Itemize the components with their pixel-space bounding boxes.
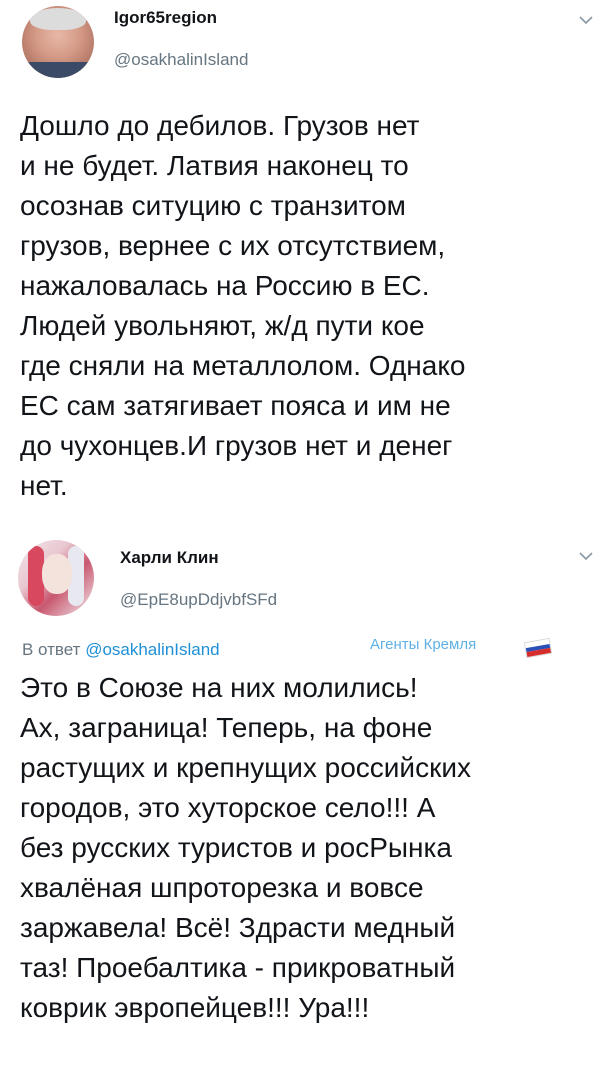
reply-context: В ответ @osakhalinIsland xyxy=(22,640,220,660)
display-name[interactable]: Igor65region xyxy=(114,8,217,28)
bot-label: Агенты Кремля xyxy=(370,636,477,653)
chevron-down-icon[interactable] xyxy=(578,14,594,26)
tweet-text: Это в Союзе на них молились! Ах, заграни… xyxy=(20,672,471,1023)
avatar-hair xyxy=(30,8,86,30)
tweet-text: Дошло до дебилов. Грузов нет и не будет.… xyxy=(20,110,466,501)
avatar-face xyxy=(42,554,72,594)
user-avatar[interactable] xyxy=(22,6,94,78)
reply-prefix: В ответ xyxy=(22,640,81,659)
reply-mention-link[interactable]: @osakhalinIsland xyxy=(85,640,219,659)
russian-flag-icon xyxy=(523,637,553,659)
user-handle[interactable]: @osakhalinIsland xyxy=(114,50,248,70)
user-handle[interactable]: @EpE8upDdjvbfSFd xyxy=(120,590,277,610)
tweet-1[interactable]: Igor65region @osakhalinIsland Дошло до д… xyxy=(0,0,614,540)
user-avatar[interactable] xyxy=(18,540,94,616)
chevron-down-icon[interactable] xyxy=(578,550,594,562)
avatar-shirt xyxy=(22,62,94,78)
tweet-2[interactable]: Харли Клин @EpE8upDdjvbfSFd В ответ @osa… xyxy=(0,528,614,1080)
display-name[interactable]: Харли Клин xyxy=(120,548,219,568)
